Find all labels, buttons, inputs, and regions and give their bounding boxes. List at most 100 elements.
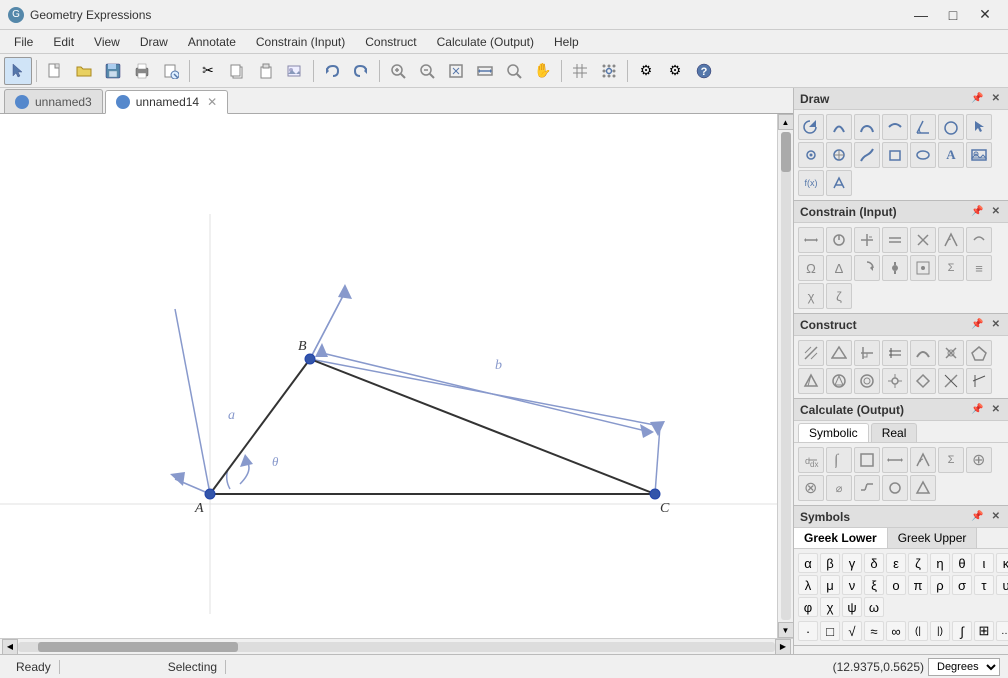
tab-unnamed14[interactable]: unnamed14 ✕	[105, 90, 228, 114]
menu-file[interactable]: File	[4, 30, 43, 54]
sym-pi[interactable]: π	[908, 575, 928, 595]
sym-extra-10[interactable]: …	[996, 621, 1008, 641]
draw-tool-curve[interactable]	[854, 114, 880, 140]
constrain-panel-pin[interactable]: 📌	[969, 206, 985, 217]
constrain-tool-16[interactable]: ζ	[826, 283, 852, 309]
sym-omicron[interactable]: ο	[886, 575, 906, 595]
tool-settings2[interactable]: ⚙	[661, 57, 689, 85]
sym-iota[interactable]: ι	[974, 553, 994, 573]
sym-upsilon[interactable]: υ	[996, 575, 1008, 595]
construct-tool-4[interactable]	[882, 340, 908, 366]
constrain-panel-close[interactable]: ✕	[990, 206, 1002, 217]
draw-tool-pointer[interactable]	[966, 114, 992, 140]
sym-phi[interactable]: φ	[798, 597, 818, 617]
menu-edit[interactable]: Edit	[43, 30, 84, 54]
sym-zeta[interactable]: ζ	[908, 553, 928, 573]
draw-tool-angle[interactable]	[910, 114, 936, 140]
symbols-panel-pin[interactable]: 📌	[969, 511, 985, 522]
constrain-tool-14[interactable]: ≡	[966, 255, 992, 281]
constrain-tool-8[interactable]: Ω	[798, 255, 824, 281]
draw-tool-function[interactable]	[854, 142, 880, 168]
close-button[interactable]: ✕	[970, 5, 1000, 25]
sym-extra-7[interactable]: |)	[930, 621, 950, 641]
sym-extra-9[interactable]: ⊞	[974, 621, 994, 641]
sym-extra-4[interactable]: ≈	[864, 621, 884, 641]
sym-mu[interactable]: μ	[820, 575, 840, 595]
scroll-track-vertical[interactable]	[781, 132, 791, 620]
draw-tool-select[interactable]	[798, 114, 824, 140]
menu-help[interactable]: Help	[544, 30, 589, 54]
tool-cut[interactable]: ✂	[194, 57, 222, 85]
construct-tool-3[interactable]	[854, 340, 880, 366]
drawing-canvas[interactable]: A B C a b θ	[0, 114, 777, 638]
tool-print[interactable]	[128, 57, 156, 85]
constrain-tool-13[interactable]: Σ	[938, 255, 964, 281]
tool-redo[interactable]	[347, 57, 375, 85]
sym-omega[interactable]: ω	[864, 597, 884, 617]
tool-zoom-width[interactable]	[471, 57, 499, 85]
calc-tool-1[interactable]: ddx	[798, 447, 824, 473]
draw-tool-curve2[interactable]	[882, 114, 908, 140]
scroll-down-button[interactable]: ▼	[778, 622, 794, 638]
tool-zoom-fit[interactable]	[442, 57, 470, 85]
menu-constrain[interactable]: Constrain (Input)	[246, 30, 355, 54]
construct-tool-14[interactable]	[966, 368, 992, 394]
sym-beta[interactable]: β	[820, 553, 840, 573]
tool-grid[interactable]	[566, 57, 594, 85]
sym-delta[interactable]: δ	[864, 553, 884, 573]
constrain-tool-3[interactable]	[854, 227, 880, 253]
construct-panel-close[interactable]: ✕	[990, 319, 1002, 330]
tool-snap[interactable]	[595, 57, 623, 85]
menu-draw[interactable]: Draw	[130, 30, 178, 54]
menu-calculate[interactable]: Calculate (Output)	[427, 30, 544, 54]
sym-rho[interactable]: ρ	[930, 575, 950, 595]
sym-alpha[interactable]: α	[798, 553, 818, 573]
tool-copy-image[interactable]	[281, 57, 309, 85]
construct-tool-11[interactable]	[882, 368, 908, 394]
sym-gamma[interactable]: γ	[842, 553, 862, 573]
tool-select[interactable]	[4, 57, 32, 85]
construct-tool-1[interactable]	[798, 340, 824, 366]
tool-paste[interactable]	[252, 57, 280, 85]
symbols-panel-close[interactable]: ✕	[990, 511, 1002, 522]
sym-tau[interactable]: τ	[974, 575, 994, 595]
calc-tool-2[interactable]: ∫	[826, 447, 852, 473]
tool-new[interactable]	[41, 57, 69, 85]
tool-settings1[interactable]: ⚙	[632, 57, 660, 85]
scroll-right-button[interactable]: ▶	[775, 639, 791, 655]
sym-xi[interactable]: ξ	[864, 575, 884, 595]
construct-panel-pin[interactable]: 📌	[969, 319, 985, 330]
construct-tool-6[interactable]	[938, 340, 964, 366]
sym-lambda[interactable]: λ	[798, 575, 818, 595]
calc-tool-4[interactable]	[882, 447, 908, 473]
constrain-tool-7[interactable]	[966, 227, 992, 253]
construct-tool-13[interactable]	[938, 368, 964, 394]
construct-tool-12[interactable]	[910, 368, 936, 394]
sym-kappa[interactable]: κ	[996, 553, 1008, 573]
construct-tool-7[interactable]	[966, 340, 992, 366]
calc-tool-12[interactable]	[910, 475, 936, 501]
sym-extra-5[interactable]: ∞	[886, 621, 906, 641]
sym-extra-1[interactable]: ·	[798, 621, 818, 641]
tab-unnamed3[interactable]: unnamed3	[4, 89, 103, 113]
vertical-scrollbar[interactable]: ▲ ▼	[777, 114, 793, 638]
calculate-panel-pin[interactable]: 📌	[969, 404, 985, 415]
calc-tool-9[interactable]: ⌀	[826, 475, 852, 501]
draw-tool-transform[interactable]	[826, 170, 852, 196]
draw-tool-polygon[interactable]	[882, 142, 908, 168]
draw-tool-arc[interactable]	[826, 114, 852, 140]
menu-construct[interactable]: Construct	[355, 30, 426, 54]
draw-tool-circle[interactable]	[938, 114, 964, 140]
sym-tab-upper[interactable]: Greek Upper	[888, 528, 978, 548]
sym-sigma[interactable]: σ	[952, 575, 972, 595]
sym-psi[interactable]: ψ	[842, 597, 862, 617]
constrain-tool-10[interactable]	[854, 255, 880, 281]
tool-print-preview[interactable]	[157, 57, 185, 85]
tool-save[interactable]	[99, 57, 127, 85]
calc-tool-11[interactable]	[882, 475, 908, 501]
calculate-panel-close[interactable]: ✕	[990, 404, 1002, 415]
sym-epsilon[interactable]: ε	[886, 553, 906, 573]
constrain-tool-9[interactable]: Δ	[826, 255, 852, 281]
sym-nu[interactable]: ν	[842, 575, 862, 595]
calc-tool-3[interactable]	[854, 447, 880, 473]
